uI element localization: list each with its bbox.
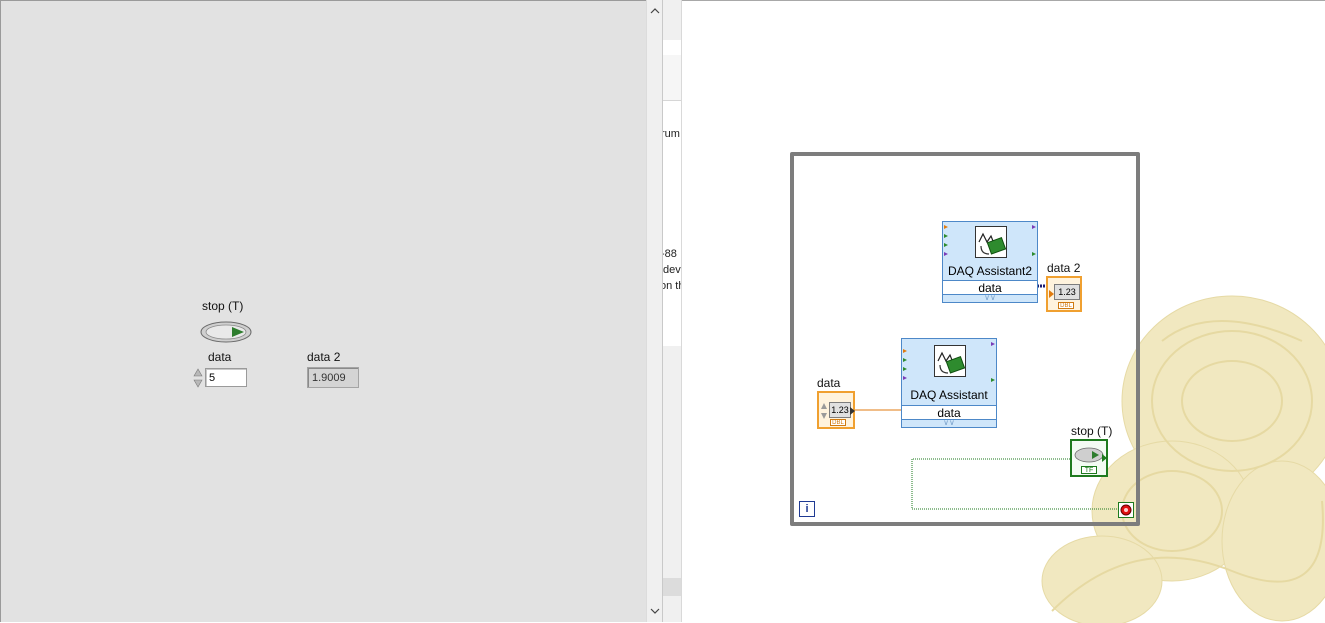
wires-layer: [854, 284, 1118, 510]
daq-assistant2-express-vi[interactable]: DAQ Assistant2 data ∨∨: [942, 221, 1038, 303]
data2-indicator-terminal[interactable]: 1.23 DBL: [1046, 276, 1082, 312]
strip-band-top: [663, 0, 681, 40]
data2-label: data 2: [307, 350, 341, 364]
expand-chevron-icon[interactable]: ∨∨: [902, 419, 996, 428]
stop-label: stop (T): [202, 299, 244, 313]
spinner-arrows-icon: [821, 403, 827, 419]
daq-assistant-icon: [975, 226, 1007, 258]
data-numeric-control[interactable]: 5: [193, 366, 257, 390]
input-terminals-icon: [944, 225, 948, 256]
strip-text-line: dev: [663, 264, 681, 276]
front-panel: stop (T) data 5 data 2 1.9009: [0, 0, 646, 622]
output-terminals-icon: [991, 342, 995, 382]
strip-text-line: -88: [662, 248, 677, 260]
strip-band-header: [663, 55, 681, 101]
stop-terminal-label: stop (T): [1071, 424, 1113, 438]
data-type-tag: DBL: [830, 419, 846, 426]
daq-assistant-title: DAQ Assistant: [910, 388, 988, 402]
scroll-up-arrow-icon[interactable]: [649, 4, 661, 18]
data-terminal-label: data: [817, 376, 841, 390]
stop-button[interactable]: [200, 321, 252, 343]
output-arrow-icon: [1102, 454, 1107, 462]
data2-type-tag: DBL: [1058, 302, 1074, 309]
strip-text-line: on th: [663, 280, 681, 292]
stop-type-tag: TF: [1081, 466, 1097, 474]
strip-text-line: rum: [662, 128, 680, 140]
daq-assistant-icon: [934, 345, 966, 377]
data-input[interactable]: 5: [205, 368, 247, 387]
vertical-scrollbar[interactable]: [646, 0, 662, 622]
background-window-strip: rum -88 dev on th: [662, 0, 682, 622]
strip-scroll-band: [663, 578, 681, 596]
data2-numeric-indicator: 1.9009: [307, 367, 359, 388]
data2-terminal-value: 1.23: [1054, 284, 1080, 300]
strip-band-blank: [663, 150, 681, 220]
input-terminals-icon: [903, 349, 907, 380]
scroll-down-arrow-icon[interactable]: [649, 604, 661, 618]
output-arrow-icon: [850, 407, 855, 415]
data-terminal-value: 1.23: [829, 402, 851, 418]
output-terminals-icon: [1032, 225, 1036, 256]
increment-decrement-arrows[interactable]: [193, 367, 203, 389]
data2-terminal-label: data 2: [1047, 261, 1081, 275]
data-control-terminal[interactable]: 1.23 DBL: [817, 391, 855, 429]
stop-button-terminal[interactable]: TF: [1070, 439, 1108, 477]
data-label: data: [208, 350, 232, 364]
expand-chevron-icon[interactable]: ∨∨: [943, 294, 1037, 303]
daq-assistant2-title: DAQ Assistant2: [947, 264, 1033, 278]
daq-assistant-express-vi[interactable]: DAQ Assistant data ∨∨: [901, 338, 997, 428]
stop-button-icon: [1074, 447, 1104, 463]
